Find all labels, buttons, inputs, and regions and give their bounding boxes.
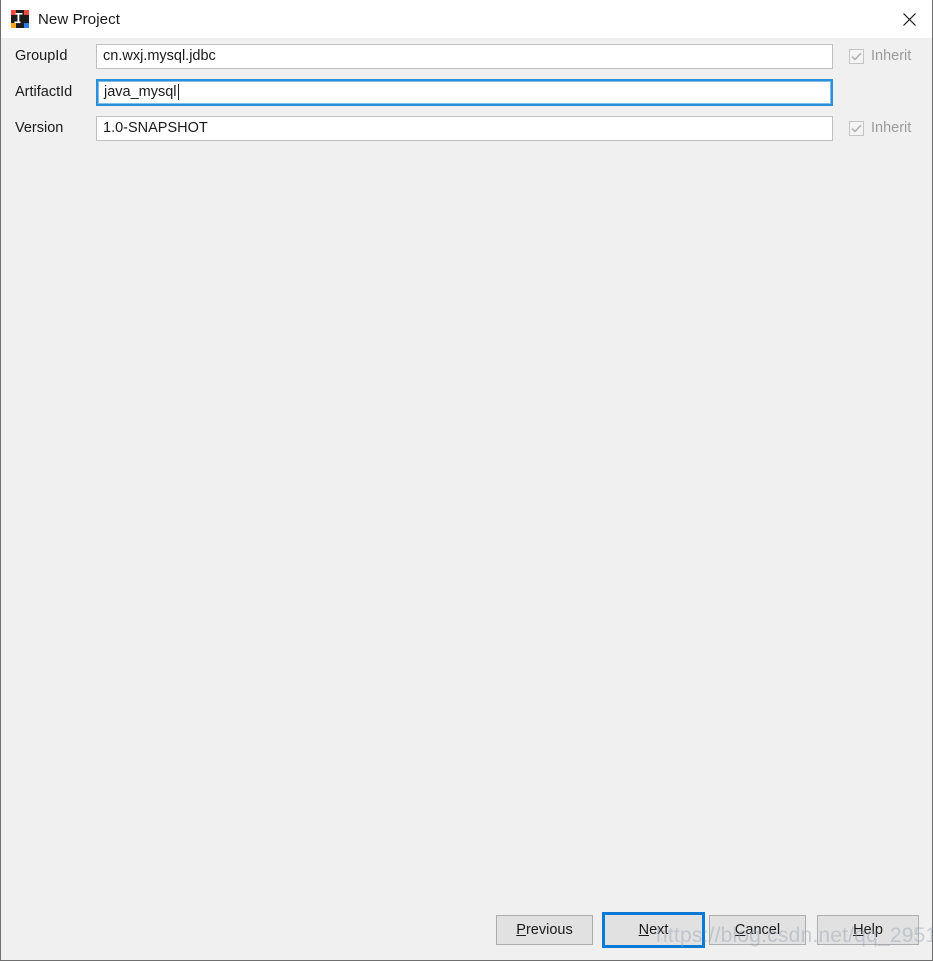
- next-mnemonic: N: [638, 922, 650, 938]
- form-row-artifactid: ArtifactId java_mysql: [1, 74, 932, 110]
- cancel-label-rest: ancel: [745, 922, 781, 938]
- form-row-version: Version 1.0-SNAPSHOT Inherit: [1, 110, 932, 146]
- checkbox-box: [849, 120, 864, 136]
- next-label-rest: ext: [649, 922, 669, 938]
- groupid-inherit-checkbox[interactable]: Inherit: [849, 48, 911, 64]
- help-label-rest: elp: [863, 922, 883, 938]
- title-bar: New Project: [1, 0, 932, 38]
- project-coordinates-form: GroupId cn.wxj.mysql.jdbc Inherit Artifa…: [1, 38, 932, 146]
- groupid-input[interactable]: cn.wxj.mysql.jdbc: [96, 43, 833, 69]
- version-value: 1.0-SNAPSHOT: [103, 119, 208, 136]
- artifactid-input[interactable]: java_mysql: [96, 78, 833, 106]
- new-project-dialog: New Project GroupId cn.wxj.mysql.jdbc In…: [0, 0, 933, 961]
- groupid-label: GroupId: [15, 48, 68, 64]
- version-label: Version: [15, 120, 64, 136]
- help-button[interactable]: Help: [817, 915, 919, 945]
- dialog-footer: Previous Next Cancel Help https://blog.c…: [1, 900, 932, 960]
- version-inherit-checkbox[interactable]: Inherit: [849, 120, 911, 136]
- previous-label-rest: revious: [525, 922, 573, 938]
- groupid-value: cn.wxj.mysql.jdbc: [103, 47, 216, 64]
- version-input[interactable]: 1.0-SNAPSHOT: [96, 115, 833, 141]
- text-caret: [177, 84, 179, 100]
- cancel-button[interactable]: Cancel: [709, 915, 806, 945]
- next-button[interactable]: Next: [602, 912, 705, 948]
- form-row-groupid: GroupId cn.wxj.mysql.jdbc Inherit: [1, 38, 932, 74]
- version-inherit-label: Inherit: [871, 120, 912, 136]
- previous-mnemonic: P: [516, 922, 526, 938]
- previous-button[interactable]: Previous: [496, 915, 593, 945]
- help-mnemonic: H: [853, 922, 864, 938]
- checkbox-box: [849, 48, 864, 64]
- intellij-idea-icon: [11, 10, 29, 28]
- artifactid-label: ArtifactId: [15, 84, 73, 100]
- cancel-mnemonic: C: [734, 922, 746, 938]
- artifactid-value: java_mysql: [104, 83, 177, 100]
- close-icon[interactable]: [886, 0, 932, 38]
- groupid-inherit-label: Inherit: [871, 48, 912, 64]
- window-title: New Project: [38, 10, 120, 28]
